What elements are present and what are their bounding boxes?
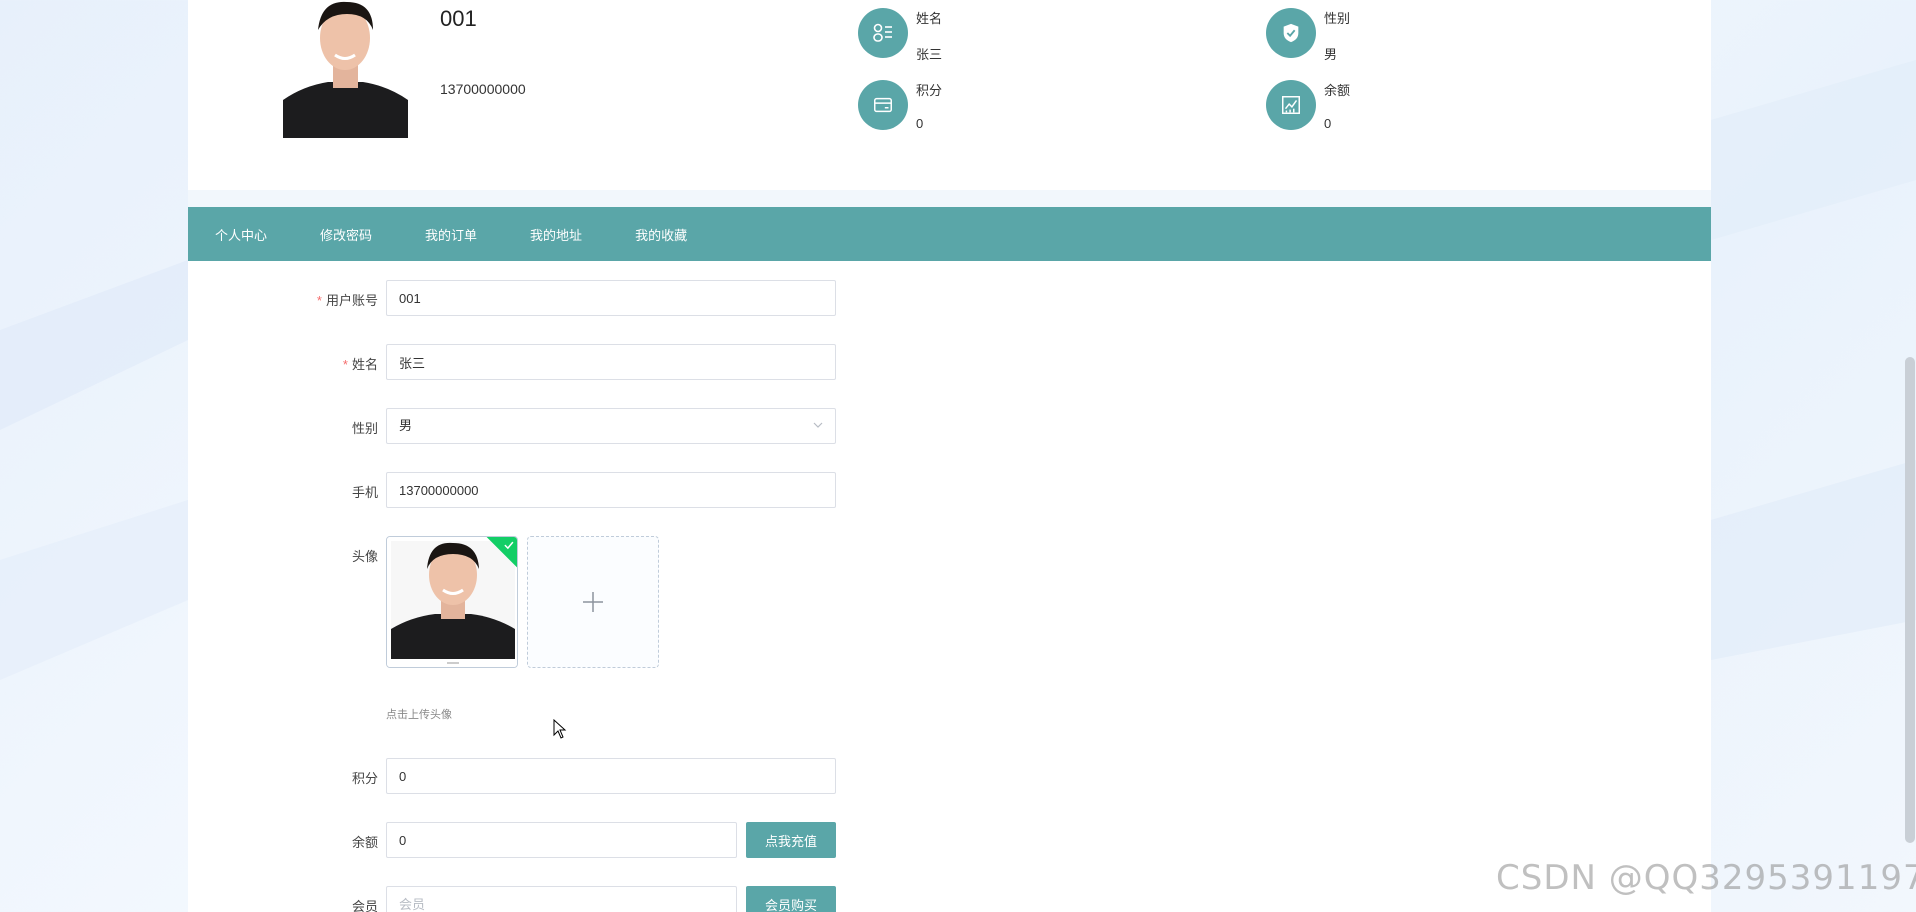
stat-value: 0 xyxy=(1324,116,1332,131)
chart-icon xyxy=(1266,80,1316,130)
watermark: CSDN @QQ3295391197 xyxy=(1496,858,1916,898)
mouse-cursor-icon xyxy=(553,719,567,739)
name-label: * 姓名 xyxy=(342,357,378,372)
gender-value: 男 xyxy=(399,418,413,433)
name-input[interactable] xyxy=(386,344,836,380)
plus-icon xyxy=(583,592,603,612)
form-row-account: * 用户账号 xyxy=(188,280,1088,316)
check-icon xyxy=(504,541,514,550)
nav-my-orders[interactable]: 我的订单 xyxy=(425,225,477,244)
header-divider xyxy=(188,190,1711,207)
required-mark: * xyxy=(342,357,348,372)
profile-header: 001 13700000000 姓名 张三 性别 男 积分 0 余额 0 xyxy=(188,0,1711,190)
shield-check-icon xyxy=(1266,8,1316,58)
stat-label: 性别 xyxy=(1324,11,1351,26)
main-panel: 001 13700000000 姓名 张三 性别 男 积分 0 余额 0 个人中… xyxy=(188,0,1711,912)
member-label: 会员 xyxy=(351,899,378,912)
people-card-icon xyxy=(858,8,908,58)
balance-label: 余额 xyxy=(351,835,378,850)
form-row-phone: 手机 xyxy=(188,472,1088,508)
upload-tip: 点击上传头像 xyxy=(386,709,452,721)
profile-phone: 13700000000 xyxy=(440,81,526,97)
stat-label: 积分 xyxy=(916,83,943,98)
wallet-icon xyxy=(858,80,908,130)
avatar-uploaded-image[interactable] xyxy=(386,536,518,668)
chevron-down-icon xyxy=(813,422,823,428)
form-row-name: * 姓名 xyxy=(188,344,1088,380)
profile-avatar xyxy=(283,0,408,138)
nav-my-address[interactable]: 我的地址 xyxy=(530,225,582,244)
nav-my-favorites[interactable]: 我的收藏 xyxy=(635,225,687,244)
avatar-upload-button[interactable] xyxy=(527,536,659,668)
required-mark: * xyxy=(316,293,322,308)
form-row-balance: 余额 点我充值 xyxy=(188,822,1088,858)
form-row-gender: 性别 男 xyxy=(188,408,1088,444)
phone-input[interactable] xyxy=(386,472,836,508)
points-input[interactable] xyxy=(386,758,836,794)
points-label: 积分 xyxy=(351,771,378,786)
recharge-button[interactable]: 点我充值 xyxy=(746,822,836,858)
form-row-member: 会员 会员购买 xyxy=(188,886,1088,912)
buy-membership-button[interactable]: 会员购买 xyxy=(746,886,836,912)
nav-change-password[interactable]: 修改密码 xyxy=(320,225,372,244)
stat-label: 姓名 xyxy=(916,11,943,26)
profile-account: 001 xyxy=(440,6,477,31)
stat-value: 0 xyxy=(916,116,924,131)
stat-label: 余额 xyxy=(1324,83,1351,98)
phone-label: 手机 xyxy=(351,485,378,500)
gender-label: 性别 xyxy=(351,421,378,436)
form-row-points: 积分 xyxy=(188,758,1088,794)
avatar-label: 头像 xyxy=(351,549,378,564)
account-label: * 用户账号 xyxy=(316,293,378,308)
form-row-avatar: 头像 点击上传头像 xyxy=(188,536,1088,736)
scrollbar-thumb[interactable] xyxy=(1905,357,1915,843)
profile-nav: 个人中心 修改密码 我的订单 我的地址 我的收藏 xyxy=(188,207,1711,261)
stat-value: 男 xyxy=(1324,47,1338,62)
account-input[interactable] xyxy=(386,280,836,316)
nav-personal-center[interactable]: 个人中心 xyxy=(215,225,267,244)
stat-value: 张三 xyxy=(916,47,943,62)
member-input[interactable] xyxy=(386,886,737,912)
balance-input[interactable] xyxy=(386,822,737,858)
gender-select[interactable]: 男 xyxy=(386,408,836,444)
